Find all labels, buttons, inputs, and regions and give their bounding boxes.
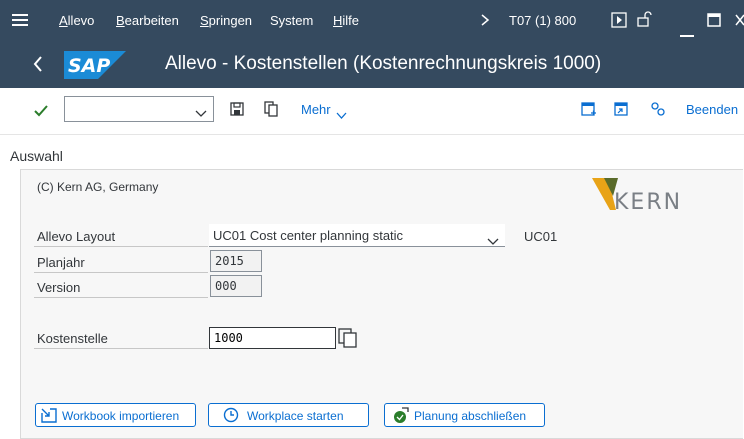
settings-icon[interactable] xyxy=(650,101,666,122)
chevron-down-icon[interactable] xyxy=(195,105,207,123)
finish-planning-label: Planung abschließen xyxy=(414,409,527,423)
svg-text:SAP: SAP xyxy=(68,55,110,77)
layout-select-value: UC01 Cost center planning static xyxy=(213,228,404,243)
planjahr-label: Planjahr xyxy=(37,255,85,270)
version-label-underline xyxy=(34,297,208,298)
close-icon[interactable] xyxy=(735,14,744,29)
menu-item-bearbeiten[interactable]: Bearbeiten xyxy=(116,13,179,28)
screen-add-icon[interactable] xyxy=(581,102,597,122)
import-workbook-button[interactable]: Workbook importieren xyxy=(35,403,196,427)
play-icon[interactable] xyxy=(611,12,627,31)
start-workplace-label: Workplace starten xyxy=(247,409,344,423)
save-icon[interactable] xyxy=(230,102,244,121)
menu-item-system[interactable]: System xyxy=(270,13,313,28)
svg-text:KERN: KERN xyxy=(614,190,682,212)
layout-code: UC01 xyxy=(524,229,558,244)
planjahr-label-underline xyxy=(34,272,208,273)
new-window-icon[interactable] xyxy=(614,102,630,122)
exit-button[interactable]: Beenden xyxy=(686,102,738,117)
clock-icon xyxy=(223,407,239,426)
version-label: Version xyxy=(37,280,81,295)
menu-item-springen[interactable]: Springen xyxy=(200,13,252,28)
copyright-text: (C) Kern AG, Germany xyxy=(37,180,159,194)
session-info: T07 (1) 800 xyxy=(509,13,577,28)
copy-icon[interactable] xyxy=(264,101,278,122)
finish-planning-icon xyxy=(393,407,409,427)
menu-bar: Allevo Bearbeiten Springen System Hilfe … xyxy=(0,0,744,41)
start-workplace-button[interactable]: Workplace starten xyxy=(208,403,369,427)
page-title: Allevo - Kostenstellen (Kostenrechnungsk… xyxy=(165,53,602,74)
layout-label: Allevo Layout xyxy=(37,229,116,244)
minimize-icon[interactable] xyxy=(680,26,694,41)
layout-select[interactable]: UC01 Cost center planning static xyxy=(209,224,505,247)
kostenstelle-label-underline xyxy=(34,348,208,349)
finish-planning-button[interactable]: Planung abschließen xyxy=(384,403,545,427)
planjahr-field: 2015 xyxy=(210,250,262,272)
hamburger-menu-icon[interactable] xyxy=(12,13,28,30)
import-icon xyxy=(41,408,57,426)
version-field: 000 xyxy=(210,275,262,297)
command-input[interactable] xyxy=(67,99,191,119)
value-help-icon[interactable] xyxy=(338,327,358,354)
menu-item-hilfe[interactable]: Hilfe xyxy=(333,13,359,28)
import-workbook-label: Workbook importieren xyxy=(62,409,180,423)
menu-item-allevo[interactable]: Allevo xyxy=(59,13,94,28)
layout-chevron-down-icon[interactable] xyxy=(487,233,499,251)
more-menu[interactable]: Mehr xyxy=(301,102,331,117)
section-title: Auswahl xyxy=(10,148,63,164)
kostenstelle-input[interactable] xyxy=(209,327,336,349)
unlock-icon[interactable] xyxy=(636,10,652,31)
application-toolbar: Mehr Beenden xyxy=(0,88,744,135)
checkmark-icon[interactable] xyxy=(34,104,48,122)
maximize-icon[interactable] xyxy=(707,13,721,30)
chevron-right-icon[interactable] xyxy=(480,13,490,30)
kostenstelle-label: Kostenstelle xyxy=(37,331,108,346)
more-chevron-down-icon[interactable] xyxy=(336,106,347,124)
back-icon[interactable] xyxy=(33,56,43,77)
kern-logo: KERN xyxy=(592,178,710,217)
title-bar: SAP Allevo - Kostenstellen (Kostenrechnu… xyxy=(0,41,744,88)
sap-logo: SAP xyxy=(64,51,126,84)
command-field[interactable] xyxy=(64,96,214,122)
layout-label-underline xyxy=(34,246,208,247)
